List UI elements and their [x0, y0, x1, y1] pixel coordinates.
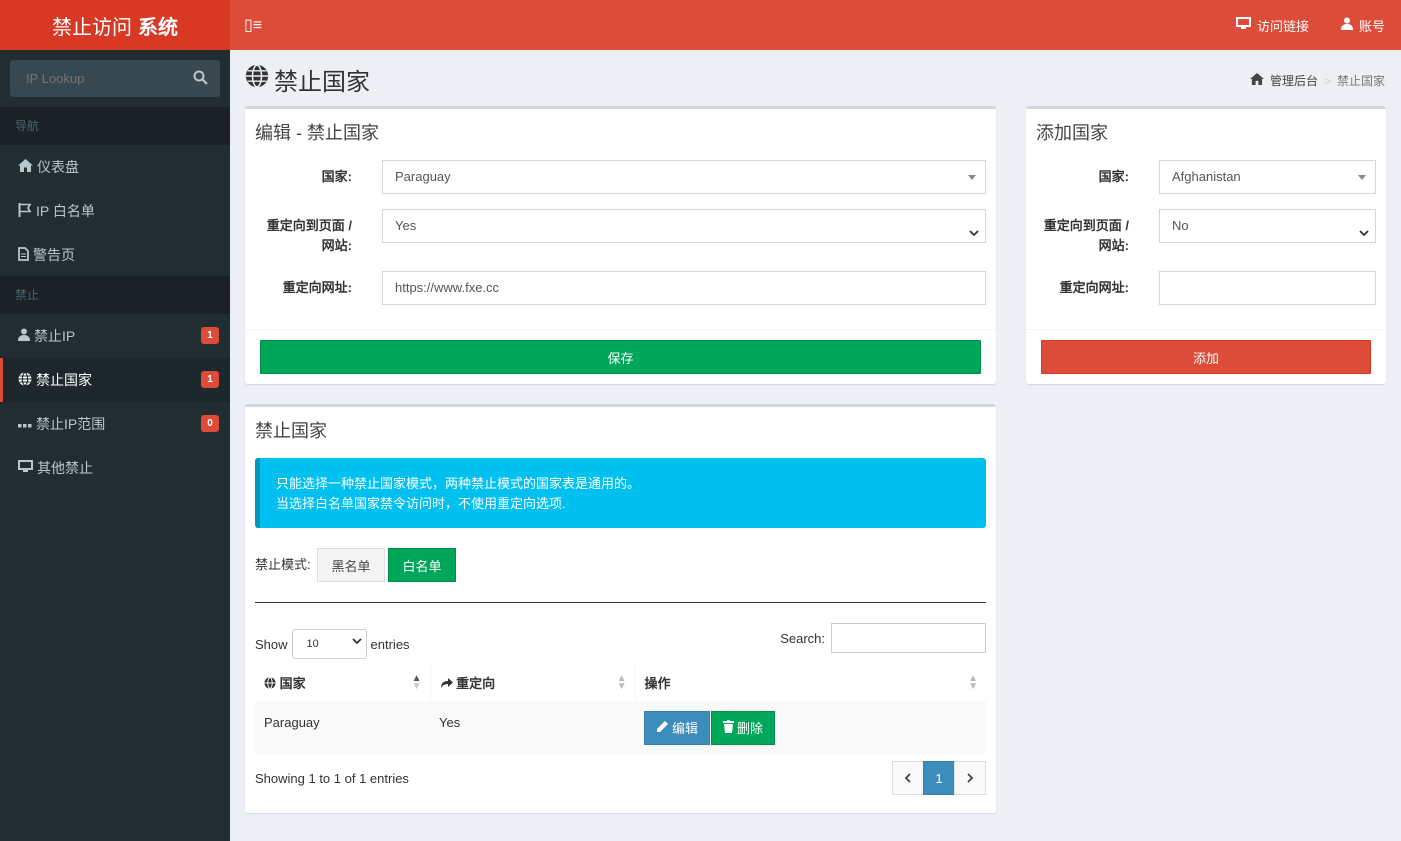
- monitor-icon: [1235, 17, 1251, 33]
- whitelist-mode-button[interactable]: 白名单: [388, 548, 456, 582]
- ban-ip-count-badge: 1: [201, 327, 219, 344]
- pagination: 1: [892, 761, 986, 795]
- cell-redirect: Yes: [430, 702, 635, 754]
- chevron-down-icon: [1359, 219, 1369, 251]
- sidebar-section-ban: 禁止: [0, 276, 230, 314]
- ban-mode-label: 禁止模式:: [255, 557, 311, 572]
- caret-down-icon: [968, 175, 976, 180]
- pagination-next-button[interactable]: [954, 761, 986, 795]
- home-icon: [1250, 73, 1264, 88]
- user-icon: [18, 328, 30, 344]
- sidebar-item-warning-page[interactable]: 警告页: [0, 233, 230, 277]
- sidebar-item-dashboard[interactable]: 仪表盘: [0, 145, 230, 189]
- country-select[interactable]: Paraguay: [382, 160, 986, 194]
- top-navbar: ▯≡ 访问链接 账号: [230, 0, 1401, 50]
- add-redirect-url-input[interactable]: [1159, 271, 1376, 305]
- table-row: Paraguay Yes 编辑 删除: [255, 702, 986, 754]
- add-country-label: 国家:: [1098, 169, 1129, 184]
- sidebar-toggle-button[interactable]: ▯≡: [244, 15, 262, 35]
- add-box-footer: 添加: [1026, 329, 1386, 384]
- chevron-right-icon: [966, 771, 974, 786]
- chevron-down-icon: [351, 630, 362, 658]
- pagination-prev-button[interactable]: [892, 761, 924, 795]
- sidebar-item-ban-ip[interactable]: 禁止IP 1: [0, 314, 230, 358]
- desktop-icon: [18, 460, 33, 476]
- redirect-url-label: 重定向网址:: [282, 280, 352, 295]
- file-icon: [18, 246, 29, 264]
- breadcrumb-admin-link[interactable]: 管理后台: [1270, 72, 1318, 89]
- sort-icon: ▲ ▼: [616, 673, 627, 692]
- top-nav: 访问链接 账号: [1235, 0, 1385, 50]
- app-logo[interactable]: 禁止访问 系统: [0, 0, 230, 50]
- page-length-control: Show 10 entries: [255, 629, 410, 659]
- sidebar-item-other-bans[interactable]: 其他禁止: [0, 446, 230, 490]
- cell-country: Paraguay: [255, 702, 430, 754]
- add-redirect-url-label: 重定向网址:: [1059, 280, 1129, 295]
- chevron-left-icon: [904, 771, 912, 786]
- divider: [255, 602, 986, 603]
- globe-icon: [245, 64, 269, 95]
- access-links-menu[interactable]: 访问链接: [1235, 16, 1309, 35]
- sidebar-item-ban-ip-range[interactable]: 禁止IP范围 0: [0, 402, 230, 446]
- trash-icon: [723, 719, 735, 736]
- info-callout: 只能选择一种禁止国家模式，两种禁止模式的国家表是通用的。 当选择白名单国家禁令访…: [255, 458, 986, 528]
- column-actions[interactable]: 操作 ▲ ▼: [635, 664, 986, 703]
- table-search-input[interactable]: [831, 623, 986, 653]
- chevron-down-icon: [969, 219, 979, 251]
- ip-lookup-input[interactable]: [24, 70, 184, 87]
- banned-countries-box: 禁止国家 只能选择一种禁止国家模式，两种禁止模式的国家表是通用的。 当选择白名单…: [245, 404, 996, 813]
- add-country-select[interactable]: Afghanistan: [1159, 160, 1376, 194]
- column-country[interactable]: 国家 ▲ ▼: [255, 664, 431, 703]
- add-box-title: 添加国家: [1036, 123, 1108, 143]
- table-search: Search:: [780, 623, 986, 653]
- pagination-page-button[interactable]: 1: [923, 761, 955, 795]
- globe-icon: [264, 676, 276, 691]
- flag-icon: [18, 202, 32, 220]
- ip-lookup-search: [10, 60, 220, 97]
- column-redirect[interactable]: 重定向 ▲ ▼: [430, 664, 636, 703]
- add-country-box: 添加国家 国家: Afghanistan 重定向到页面 / 网站: No 重定向…: [1026, 106, 1386, 384]
- redirect-label: 重定向到页面 / 网站:: [266, 218, 352, 253]
- breadcrumb-separator: >: [1323, 73, 1331, 88]
- caret-down-icon: [1358, 175, 1366, 180]
- sort-icon: ▲ ▼: [968, 673, 978, 692]
- table-info: Showing 1 to 1 of 1 entries: [255, 771, 409, 786]
- sidebar-section-nav: 导航: [0, 107, 230, 145]
- ellipsis-icon: [18, 416, 32, 432]
- save-button[interactable]: 保存: [260, 340, 981, 374]
- search-icon[interactable]: [193, 70, 208, 88]
- sort-asc-icon: ▲ ▼: [411, 673, 422, 692]
- list-box-title: 禁止国家: [255, 421, 327, 441]
- page-length-select[interactable]: 10: [291, 629, 367, 659]
- add-redirect-label: 重定向到页面 / 网站:: [1043, 218, 1129, 253]
- sidebar-item-ban-country[interactable]: 禁止国家 1: [0, 358, 230, 402]
- redirect-url-input[interactable]: https://www.fxe.cc: [382, 271, 986, 305]
- breadcrumb: 管理后台 > 禁止国家: [1250, 72, 1385, 89]
- sidebar-item-ip-whitelist[interactable]: IP 白名单: [0, 189, 230, 233]
- edit-box-title: 编辑 - 禁止国家: [255, 123, 379, 143]
- ban-ip-range-count-badge: 0: [201, 415, 219, 432]
- edit-country-box: 编辑 - 禁止国家 国家: Paraguay 重定向到页面 / 网站: Yes …: [245, 106, 996, 384]
- blacklist-mode-button[interactable]: 黑名单: [317, 548, 385, 582]
- add-redirect-select[interactable]: No: [1159, 209, 1376, 243]
- table-header-row: 国家 ▲ ▼ 重定向 ▲ ▼ 操作 ▲ ▼: [255, 664, 986, 703]
- country-label: 国家:: [321, 169, 352, 184]
- edit-button[interactable]: 编辑: [644, 710, 711, 745]
- share-icon: [440, 676, 453, 691]
- user-icon: [1340, 17, 1353, 33]
- globe-icon: [18, 371, 32, 389]
- edit-box-footer: 保存: [245, 329, 996, 384]
- home-icon: [18, 159, 33, 175]
- breadcrumb-current: 禁止国家: [1336, 74, 1385, 88]
- ban-country-count-badge: 1: [201, 371, 219, 388]
- add-button[interactable]: 添加: [1041, 340, 1371, 374]
- banned-countries-table: 国家 ▲ ▼ 重定向 ▲ ▼ 操作 ▲ ▼ Paraguay Yes 编辑 删除: [255, 664, 986, 754]
- pencil-icon: [656, 720, 669, 736]
- redirect-select[interactable]: Yes: [382, 209, 986, 243]
- delete-button[interactable]: 删除: [711, 710, 776, 745]
- cell-actions: 编辑 删除: [635, 702, 986, 754]
- account-menu[interactable]: 账号: [1340, 16, 1385, 35]
- sidebar: 导航 仪表盘 IP 白名单 警告页 禁止 禁止IP 1 禁止国家 1 禁止IP范…: [0, 50, 230, 841]
- page-title: 禁止国家: [245, 62, 370, 97]
